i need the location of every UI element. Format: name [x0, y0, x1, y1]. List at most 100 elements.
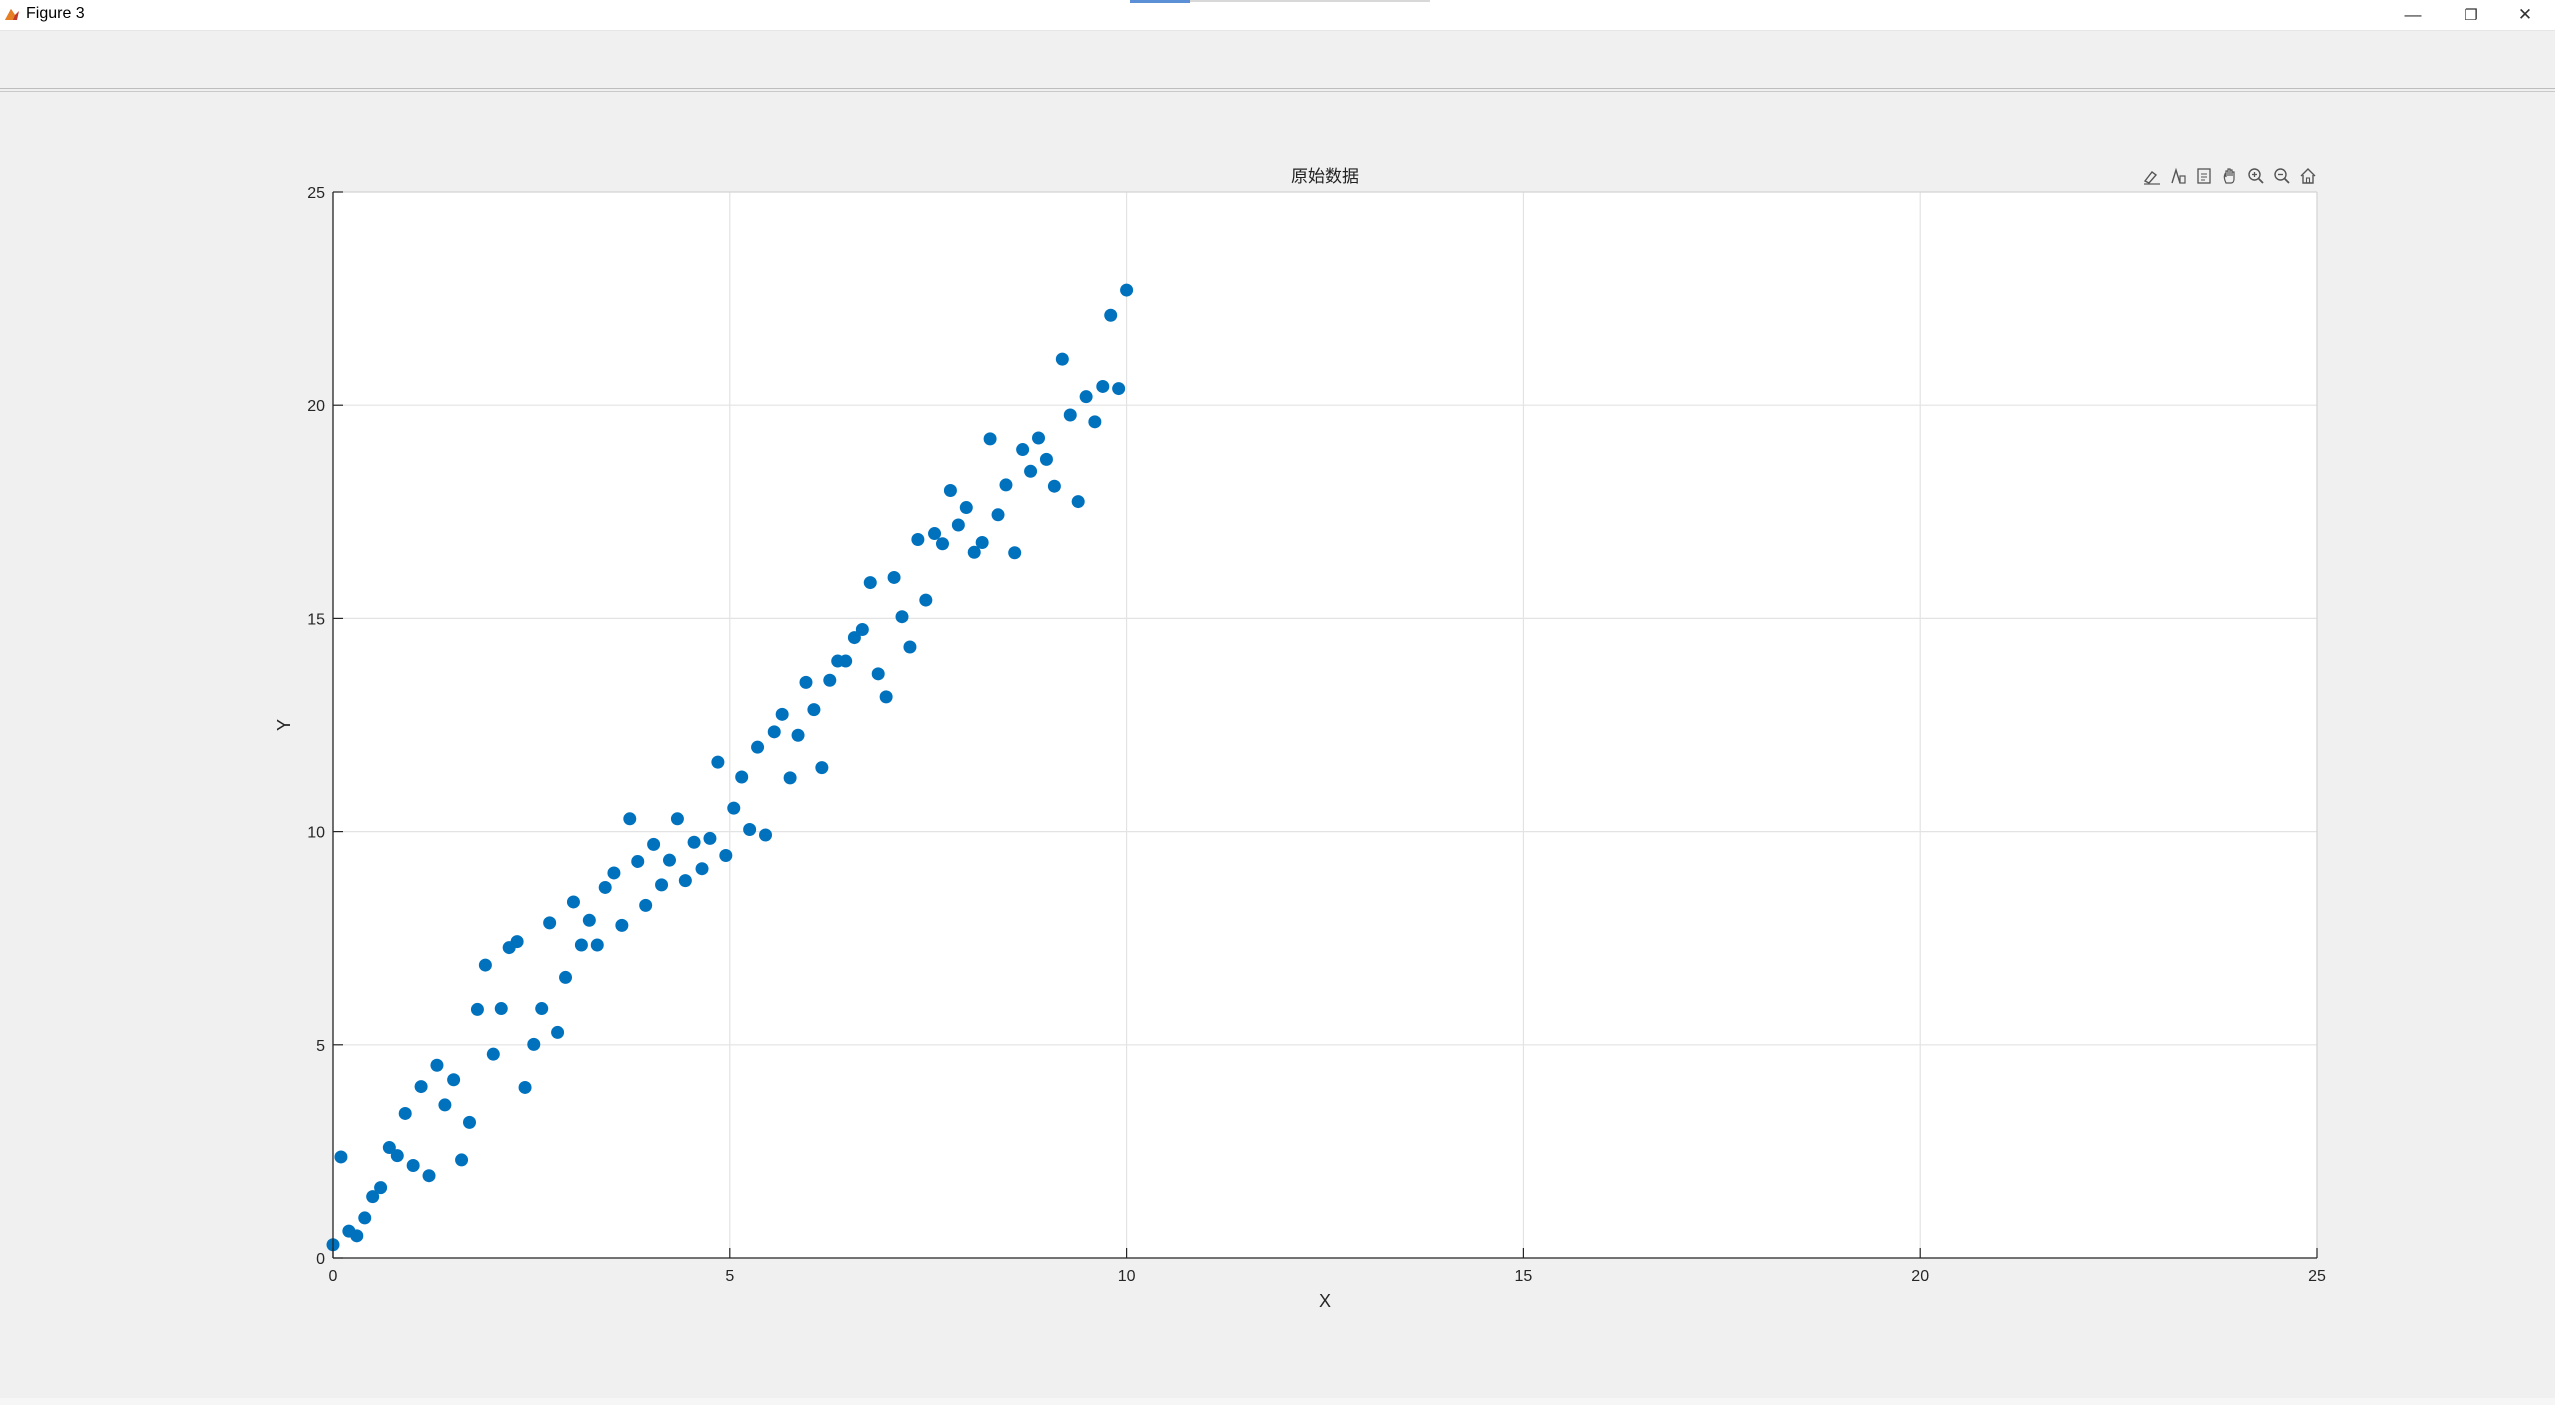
- data-point: [951, 518, 965, 532]
- data-point: [975, 536, 989, 550]
- data-point: [543, 916, 557, 930]
- data-point: [999, 478, 1013, 492]
- data-point: [863, 576, 877, 590]
- data-point: [455, 1153, 469, 1167]
- data-point: [639, 898, 653, 912]
- y-tick-labels: 0 5 10 15 20 25: [307, 185, 325, 1268]
- data-point: [358, 1211, 372, 1225]
- data-point: [1112, 382, 1126, 396]
- data-point: [895, 610, 909, 624]
- data-point: [887, 570, 901, 584]
- data-point: [398, 1106, 412, 1120]
- data-point: [775, 707, 789, 721]
- data-point: [743, 822, 757, 836]
- x-axis-label: X: [1319, 1291, 1331, 1311]
- data-point: [655, 878, 669, 892]
- x-tick-label: 15: [1515, 1268, 1533, 1285]
- data-point: [767, 725, 781, 739]
- x-tick-label: 10: [1118, 1268, 1136, 1285]
- data-point: [1088, 415, 1102, 429]
- data-point: [422, 1169, 436, 1183]
- y-tick-label: 25: [307, 185, 325, 202]
- data-point: [1096, 379, 1110, 393]
- data-point: [839, 654, 853, 668]
- data-point: [574, 938, 588, 952]
- data-point: [1008, 546, 1022, 560]
- data-point: [631, 854, 645, 868]
- data-point: [991, 508, 1005, 522]
- data-point: [615, 918, 629, 932]
- x-tick-labels: 0 5 10 15 20 25: [329, 1268, 2326, 1285]
- data-point: [535, 1002, 549, 1016]
- data-point: [566, 895, 580, 909]
- data-point: [1024, 464, 1038, 478]
- data-point: [478, 958, 492, 972]
- status-strip: [0, 1398, 2555, 1405]
- data-point: [727, 801, 741, 815]
- data-point: [1063, 408, 1077, 422]
- y-tick-label: 0: [316, 1251, 325, 1268]
- data-point: [799, 675, 813, 689]
- data-point: [1071, 495, 1085, 509]
- y-tick-label: 5: [316, 1038, 325, 1055]
- x-tick-label: 25: [2308, 1268, 2326, 1285]
- data-point: [462, 1115, 476, 1129]
- data-point: [447, 1073, 461, 1087]
- y-tick-label: 15: [307, 611, 325, 628]
- data-point: [334, 1150, 348, 1164]
- y-tick-label: 20: [307, 398, 325, 415]
- data-point: [1016, 443, 1030, 457]
- data-point: [871, 667, 885, 681]
- scatter-chart: 0 5 10 15 20 25 0 5 10 15 20 25 X Y: [274, 185, 2326, 1311]
- data-point: [607, 866, 621, 880]
- data-point: [623, 812, 637, 826]
- data-point: [470, 1002, 484, 1016]
- data-point: [430, 1058, 444, 1072]
- data-point: [751, 740, 765, 754]
- data-point: [1055, 352, 1069, 366]
- data-point: [983, 432, 997, 446]
- data-point: [414, 1080, 428, 1094]
- data-point: [959, 501, 973, 515]
- data-point: [590, 938, 604, 952]
- data-point: [807, 703, 821, 717]
- data-point: [687, 835, 701, 849]
- x-tick-label: 20: [1911, 1268, 1929, 1285]
- data-point: [919, 593, 933, 607]
- data-point: [783, 771, 797, 785]
- data-point: [678, 874, 692, 888]
- data-point: [486, 1047, 500, 1061]
- data-point: [1079, 390, 1093, 404]
- data-point: [719, 848, 733, 862]
- y-axis-label: Y: [274, 719, 294, 731]
- data-point: [390, 1149, 404, 1163]
- data-point: [943, 483, 957, 497]
- data-point: [598, 880, 612, 894]
- axes-background: [333, 192, 2317, 1258]
- data-point: [527, 1037, 541, 1051]
- data-point: [823, 673, 837, 687]
- data-point: [1120, 283, 1134, 297]
- data-point: [494, 1002, 508, 1016]
- y-tick-label: 10: [307, 825, 325, 842]
- data-point: [759, 828, 773, 842]
- data-point: [695, 862, 709, 876]
- data-point: [703, 831, 717, 845]
- data-point: [735, 770, 749, 784]
- x-tick-label: 5: [725, 1268, 734, 1285]
- data-point: [928, 527, 942, 541]
- data-point: [911, 533, 925, 547]
- data-point: [1039, 452, 1053, 466]
- data-point: [438, 1098, 452, 1112]
- data-point: [406, 1158, 420, 1172]
- data-point: [350, 1229, 364, 1243]
- data-point: [559, 970, 573, 984]
- data-point: [903, 640, 917, 654]
- data-point: [662, 853, 676, 867]
- data-point: [670, 812, 684, 826]
- data-point: [1047, 479, 1061, 493]
- data-point: [711, 755, 725, 769]
- data-point: [510, 935, 524, 949]
- data-point: [647, 837, 661, 851]
- data-point: [855, 622, 869, 636]
